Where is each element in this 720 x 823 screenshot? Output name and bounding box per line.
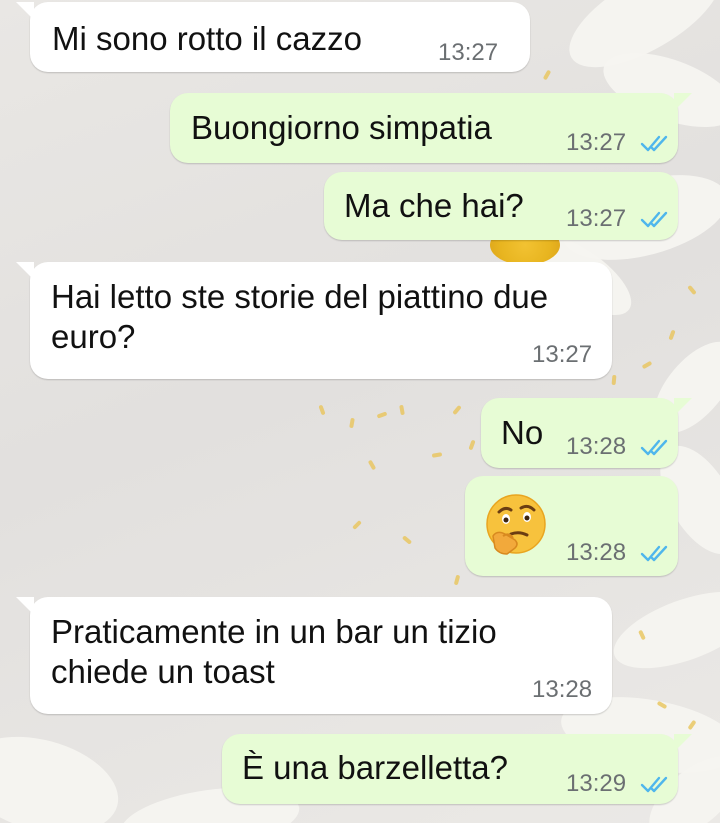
pollen-speck bbox=[399, 404, 405, 416]
message-text: Mi sono rotto il cazzo bbox=[52, 20, 362, 57]
incoming-message-bubble[interactable]: Mi sono rotto il cazzo 13:27 bbox=[16, 2, 530, 72]
pollen-speck bbox=[668, 329, 676, 341]
message-text: No bbox=[501, 414, 544, 451]
pollen-speck bbox=[641, 360, 653, 370]
pollen-speck bbox=[452, 404, 462, 416]
message-text: È una barzelletta? bbox=[242, 749, 509, 786]
message-text: Ma che hai? bbox=[344, 187, 524, 224]
message-timestamp: 13:27 bbox=[438, 39, 499, 66]
double-check-read-icon bbox=[640, 135, 668, 152]
message-text: Praticamente in un bar un tizio chiede u… bbox=[51, 613, 497, 690]
message-timestamp: 13:28 bbox=[566, 433, 627, 460]
message-timestamp: 13:27 bbox=[532, 341, 593, 368]
pollen-speck bbox=[376, 411, 388, 419]
pollen-speck bbox=[401, 535, 413, 545]
thinking-face-emoji-icon bbox=[486, 494, 546, 555]
message-text: Hai letto ste storie del piattino due eu… bbox=[51, 278, 549, 355]
outgoing-message-bubble[interactable]: Buongiorno simpatia 13:27 bbox=[170, 93, 692, 163]
incoming-message-bubble[interactable]: Praticamente in un bar un tizio chiede u… bbox=[16, 597, 612, 714]
pollen-speck bbox=[349, 417, 355, 429]
pollen-speck bbox=[367, 459, 377, 471]
outgoing-message-bubble[interactable]: Ma che hai? 13:27 bbox=[324, 172, 678, 240]
message-timestamp: 13:29 bbox=[566, 770, 627, 797]
pollen-speck bbox=[453, 574, 461, 586]
pollen-speck bbox=[611, 374, 617, 386]
outgoing-message-bubble[interactable]: È una barzelletta? 13:29 bbox=[222, 734, 692, 804]
pollen-speck bbox=[687, 284, 697, 296]
pollen-speck bbox=[318, 404, 326, 416]
outgoing-message-bubble[interactable]: 13:28 bbox=[465, 476, 678, 576]
message-timestamp: 13:27 bbox=[566, 205, 627, 232]
message-timestamp: 13:28 bbox=[566, 539, 627, 566]
double-check-read-icon bbox=[640, 439, 668, 456]
daisy-petal bbox=[0, 720, 129, 823]
pollen-speck bbox=[352, 520, 362, 530]
message-text: Buongiorno simpatia bbox=[191, 109, 492, 146]
pollen-speck bbox=[431, 452, 443, 458]
double-check-read-icon bbox=[640, 776, 668, 793]
message-timestamp: 13:27 bbox=[566, 129, 627, 156]
daisy-petal bbox=[604, 576, 720, 684]
double-check-read-icon bbox=[640, 211, 668, 228]
pollen-speck bbox=[468, 439, 476, 451]
message-timestamp: 13:28 bbox=[532, 676, 593, 703]
double-check-read-icon bbox=[640, 545, 668, 562]
pollen-speck bbox=[542, 69, 552, 81]
incoming-message-bubble[interactable]: Hai letto ste storie del piattino due eu… bbox=[16, 262, 612, 379]
outgoing-message-bubble[interactable]: No 13:28 bbox=[481, 398, 692, 468]
